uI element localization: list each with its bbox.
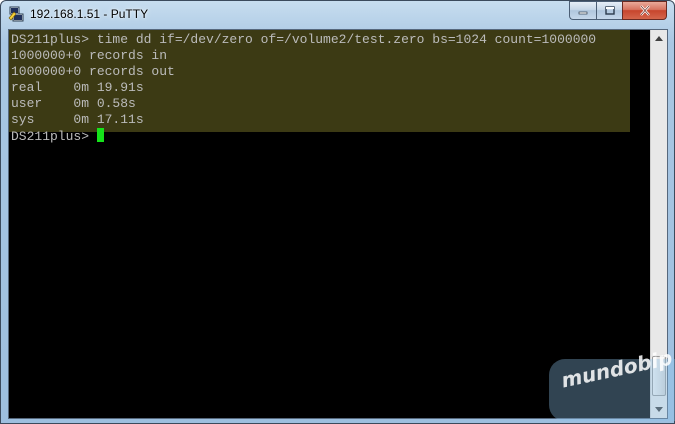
window-controls: [569, 1, 667, 21]
watermark-logo: mundobip: [549, 346, 675, 421]
maximize-button[interactable]: [596, 1, 622, 20]
terminal-prompt-line[interactable]: DS211plus>: [11, 128, 651, 144]
title-bar[interactable]: 192.168.1.51 - PuTTY: [1, 1, 674, 29]
scroll-up-button[interactable]: [651, 30, 667, 47]
minimize-button[interactable]: [569, 1, 596, 20]
terminal-line: sys 0m 17.11s: [11, 112, 144, 127]
close-button[interactable]: [622, 1, 667, 20]
putty-window: 192.168.1.51 - PuTTY DS211plus> time dd …: [0, 0, 675, 424]
window-title: 192.168.1.51 - PuTTY: [30, 7, 149, 21]
terminal-line: 1000000+0 records out: [11, 64, 175, 79]
maximize-icon: [604, 6, 615, 15]
terminal-line: real 0m 19.91s: [11, 80, 144, 95]
terminal-output[interactable]: DS211plus> time dd if=/dev/zero of=/volu…: [9, 30, 651, 418]
terminal-line: DS211plus> time dd if=/dev/zero of=/volu…: [11, 32, 597, 47]
terminal-line: user 0m 0.58s: [11, 96, 136, 111]
shell-prompt: DS211plus>: [11, 129, 97, 144]
scroll-up-arrow-icon: [655, 36, 663, 41]
minimize-icon: [578, 11, 588, 14]
text-cursor: [96, 128, 104, 142]
terminal-line: 1000000+0 records in: [11, 48, 168, 63]
close-icon: [639, 5, 650, 16]
putty-icon: [8, 6, 24, 22]
